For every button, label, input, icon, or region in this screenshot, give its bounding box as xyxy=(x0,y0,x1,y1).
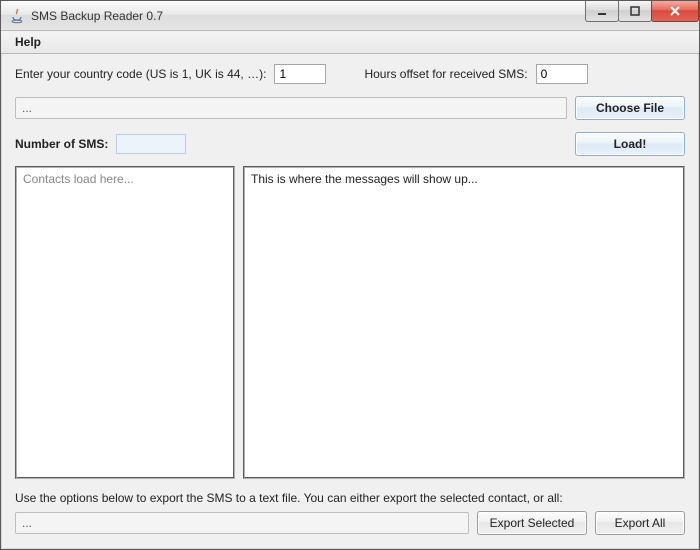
load-button[interactable]: Load! xyxy=(575,132,685,156)
country-code-input[interactable] xyxy=(274,64,326,84)
export-row: ... Export Selected Export All xyxy=(15,511,685,535)
minimize-icon xyxy=(596,5,608,17)
country-code-label: Enter your country code (US is 1, UK is … xyxy=(15,67,266,81)
panes: Contacts load here... This is where the … xyxy=(15,166,685,479)
java-icon xyxy=(9,8,25,24)
close-button[interactable] xyxy=(651,1,699,22)
export-selected-button[interactable]: Export Selected xyxy=(477,511,587,535)
maximize-button[interactable] xyxy=(618,1,652,22)
export-note: Use the options below to export the SMS … xyxy=(15,491,685,505)
maximize-icon xyxy=(629,5,641,17)
choose-file-button[interactable]: Choose File xyxy=(575,96,685,120)
contacts-list[interactable]: Contacts load here... xyxy=(15,166,235,479)
menu-help[interactable]: Help xyxy=(7,33,49,51)
hours-offset-input[interactable] xyxy=(536,64,588,84)
input-file-path: ... xyxy=(15,97,567,119)
title-bar[interactable]: SMS Backup Reader 0.7 xyxy=(1,1,699,31)
window-controls xyxy=(586,1,699,22)
sms-count-label: Number of SMS: xyxy=(15,137,108,151)
menu-bar: Help xyxy=(1,31,699,54)
choose-file-row: ... Choose File xyxy=(15,96,685,120)
sms-count-value xyxy=(116,134,186,154)
client-area: Enter your country code (US is 1, UK is … xyxy=(1,54,699,549)
minimize-button[interactable] xyxy=(585,1,619,22)
count-load-row: Number of SMS: Load! xyxy=(15,132,685,156)
export-all-button[interactable]: Export All xyxy=(595,511,685,535)
app-window: SMS Backup Reader 0.7 Help Enter your co… xyxy=(0,0,700,550)
hours-offset-label: Hours offset for received SMS: xyxy=(364,67,527,81)
close-icon xyxy=(668,5,682,17)
window-title: SMS Backup Reader 0.7 xyxy=(31,9,586,23)
export-file-path: ... xyxy=(15,512,469,534)
messages-view[interactable]: This is where the messages will show up.… xyxy=(243,166,685,479)
settings-row: Enter your country code (US is 1, UK is … xyxy=(15,64,685,84)
